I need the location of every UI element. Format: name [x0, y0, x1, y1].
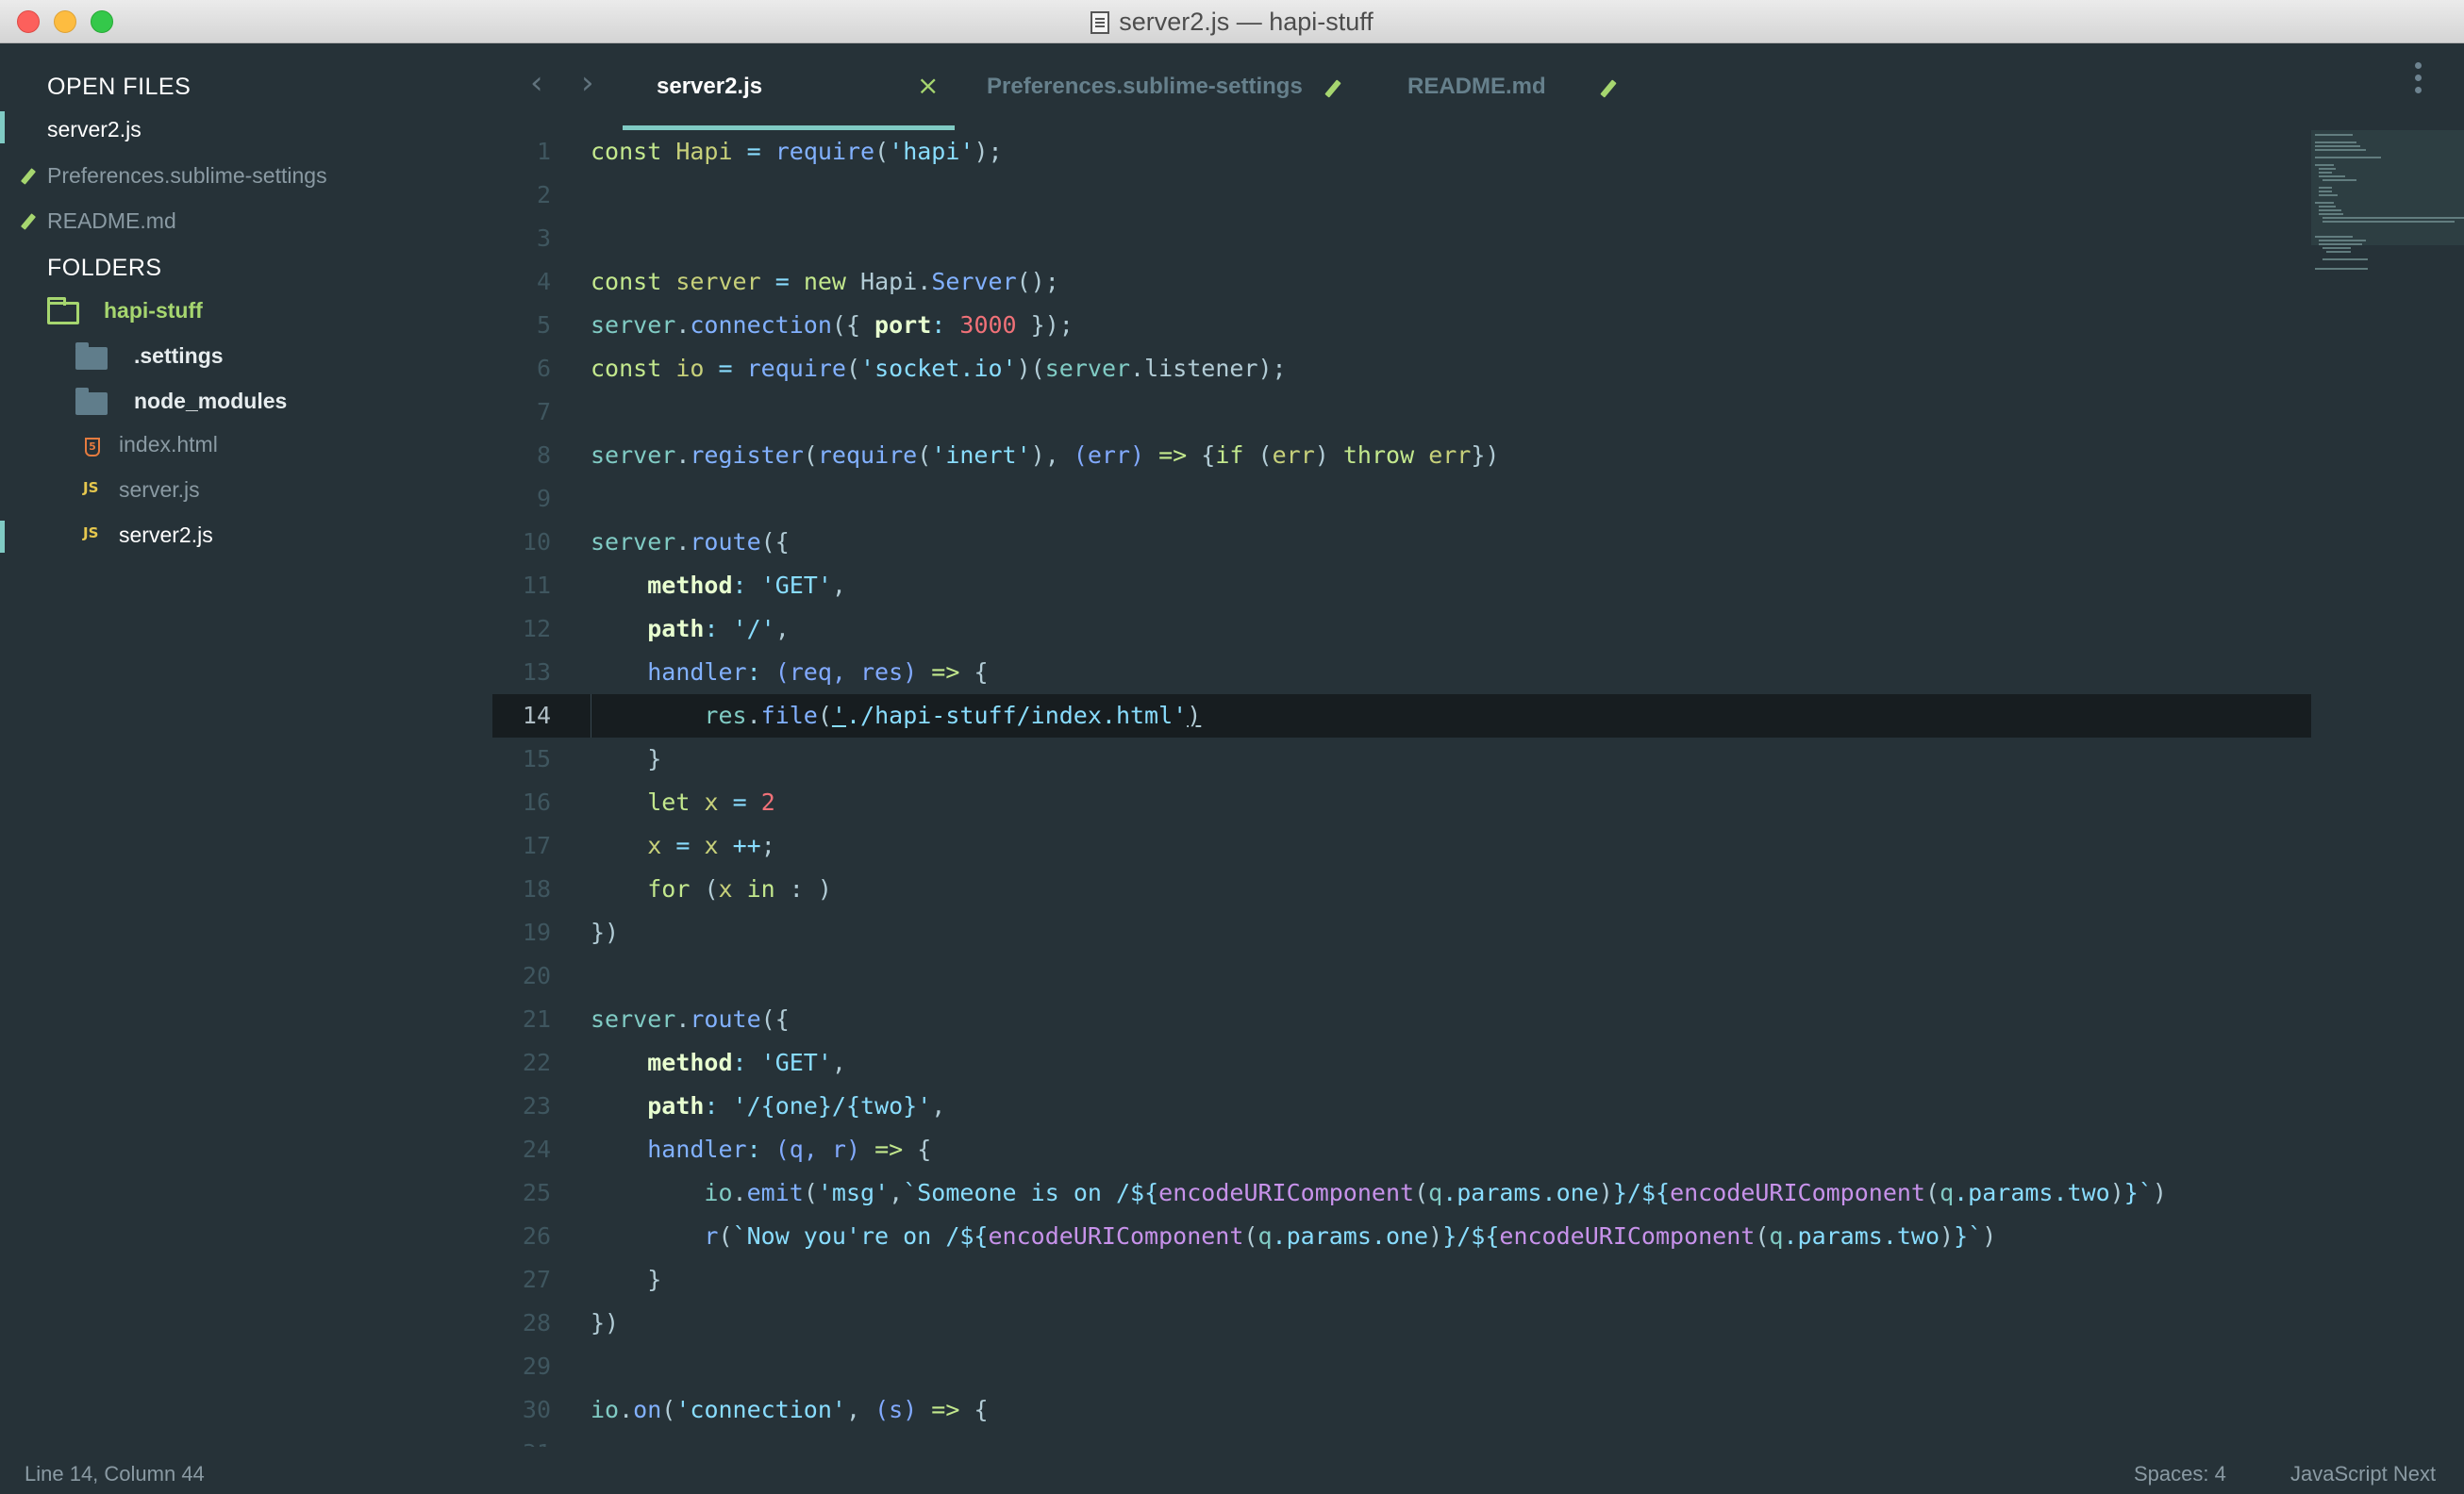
tab-preferences[interactable]: Preferences.sublime-settings: [955, 43, 1366, 130]
folders-header: FOLDERS: [47, 255, 162, 281]
code-line: 23 path: '/{one}/{two}',: [522, 1092, 946, 1120]
tab-label: Preferences.sublime-settings: [987, 74, 1303, 99]
code-line: 4 const server = new Hapi.Server();: [536, 268, 1059, 295]
current-code-line: 14 res.file('./hapi-stuff/index.html'): [492, 694, 2311, 738]
modified-pencil-icon[interactable]: [1600, 79, 1617, 98]
code-line: 29: [522, 1353, 551, 1380]
code-editor[interactable]: 1 const Hapi = require('hapi'); 2 3 4 cons…: [492, 130, 2311, 1447]
active-file-indicator: [0, 111, 5, 143]
code-line: 18 for (x in : ): [522, 875, 832, 903]
folder-settings[interactable]: .settings: [134, 343, 224, 369]
file-server2-js[interactable]: server2.js: [119, 523, 213, 548]
code-line: 1 const Hapi = require('hapi');: [536, 138, 1003, 165]
code-line: 5 server.connection({ port: 3000 });: [536, 311, 1074, 339]
code-line: 25 io.emit('msg',`Someone is on /${encod…: [522, 1179, 2167, 1206]
open-file-preferences[interactable]: Preferences.sublime-settings: [47, 163, 327, 189]
code-line: 27 }: [522, 1266, 662, 1293]
code-line: 16 let x = 2: [522, 788, 775, 816]
window-title: server2.js — hapi-stuff: [0, 8, 2464, 37]
folder-hapi-stuff[interactable]: hapi-stuff: [104, 298, 203, 324]
active-file-indicator: [0, 521, 5, 553]
open-file-server2[interactable]: server2.js: [47, 117, 142, 142]
tab-label: server2.js: [657, 74, 763, 99]
folder-icon: [75, 342, 108, 370]
code-line: 30 io.on('connection', (s) => {: [522, 1396, 989, 1423]
code-line: 31: [492, 1432, 2311, 1447]
cursor-position: Line 14, Column 44: [25, 1462, 205, 1486]
minimap[interactable]: [2311, 130, 2464, 1447]
code-line: 2: [536, 181, 551, 208]
indentation-setting[interactable]: Spaces: 4: [2134, 1462, 2226, 1486]
folder-open-icon: [47, 297, 79, 324]
code-line: 6 const io = require('socket.io')(server.…: [536, 355, 1287, 382]
title-bar: server2.js — hapi-stuff: [0, 0, 2464, 43]
modified-pencil-icon: [20, 168, 37, 185]
more-options-icon[interactable]: [2415, 62, 2422, 100]
code-line: 10 server.route({: [522, 528, 790, 556]
code-line: 19}): [522, 919, 620, 946]
code-line: 20: [522, 962, 551, 989]
html-file-icon: 5: [85, 438, 100, 456]
syntax-selector[interactable]: JavaScript Next: [2290, 1462, 2436, 1486]
code-line: 26 r(`Now you're on /${encodeURIComponen…: [522, 1222, 1997, 1250]
file-server-js[interactable]: server.js: [119, 477, 200, 503]
code-line: 7: [536, 398, 551, 425]
code-line: 24 handler: (q, r) => {: [522, 1136, 932, 1163]
code-line: 3: [536, 224, 551, 252]
tab-bar: ‹ › server2.js × Preferences.sublime-set…: [492, 43, 2464, 130]
open-files-header: OPEN FILES: [47, 74, 191, 100]
code-line: 8 server.register(require('inert'), (err)…: [536, 441, 1500, 469]
folder-icon: [75, 388, 108, 415]
sidebar: OPEN FILES server2.js Preferences.sublim…: [0, 43, 492, 1452]
code-line: 22 method: 'GET',: [522, 1049, 846, 1076]
tab-label: README.md: [1407, 74, 1546, 99]
tab-readme[interactable]: README.md: [1366, 43, 1743, 130]
status-bar: Line 14, Column 44 Spaces: 4 JavaScript …: [0, 1452, 2464, 1494]
folder-node-modules[interactable]: node_modules: [134, 389, 287, 414]
open-file-readme[interactable]: README.md: [47, 208, 176, 234]
file-index-html[interactable]: index.html: [119, 432, 218, 457]
window-title-text: server2.js — hapi-stuff: [1119, 8, 1374, 36]
minimap-viewport[interactable]: [2311, 130, 2464, 245]
back-arrow-icon[interactable]: ‹: [530, 64, 543, 102]
code-line: 21 server.route({: [522, 1005, 790, 1033]
forward-arrow-icon[interactable]: ›: [581, 64, 594, 102]
modified-pencil-icon: [20, 213, 37, 230]
code-line: 28}): [522, 1309, 620, 1336]
document-icon: [1090, 11, 1110, 34]
code-line: 13 handler: (req, res) => {: [522, 658, 989, 686]
code-line: 15 }: [522, 745, 662, 772]
code-line: 12 path: '/',: [522, 615, 790, 642]
js-file-icon: JS: [83, 479, 99, 496]
modified-pencil-icon[interactable]: [1324, 79, 1341, 98]
code-line: 17 x = x ++;: [522, 832, 775, 859]
code-line: 9: [536, 485, 551, 512]
js-file-icon: JS: [83, 524, 99, 541]
tab-server2[interactable]: server2.js ×: [623, 43, 955, 130]
code-line: 11 method: 'GET',: [522, 572, 846, 599]
tab-close-icon[interactable]: ×: [917, 70, 939, 101]
